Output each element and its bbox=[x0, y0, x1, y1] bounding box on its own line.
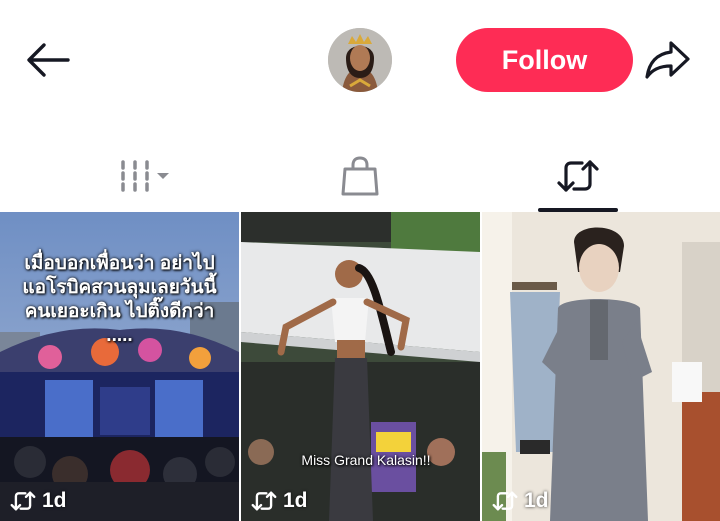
repost-icon bbox=[10, 491, 36, 511]
profile-tabs bbox=[0, 140, 720, 212]
arrow-left-icon bbox=[27, 43, 70, 77]
video-grid: เมื่อบอกเพื่อนว่า อย่าไป แอโรบิคสวนลุมเล… bbox=[0, 212, 720, 521]
video-age: 1d bbox=[42, 489, 67, 512]
chevron-down-icon bbox=[157, 173, 169, 179]
repost-badge: 1d bbox=[10, 489, 67, 513]
avatar-image bbox=[328, 28, 392, 92]
tab-videos[interactable] bbox=[100, 140, 190, 212]
video-caption: Miss Grand Kalasin!! bbox=[301, 452, 431, 468]
video-tile[interactable]: เมื่อบอกเพื่อนว่า อย่าไป แอโรบิคสวนลุมเล… bbox=[0, 212, 239, 521]
video-tile[interactable]: Miss Grand Kalasin!! 1d bbox=[241, 212, 480, 521]
repost-badge: 1d bbox=[492, 489, 549, 513]
video-thumbnail bbox=[482, 212, 720, 521]
video-caption: เมื่อบอกเพื่อนว่า อย่าไป แอโรบิคสวนลุมเล… bbox=[22, 253, 217, 346]
tab-reposts[interactable] bbox=[538, 140, 618, 212]
share-arrow-icon bbox=[645, 41, 690, 79]
repost-badge: 1d bbox=[251, 489, 308, 513]
repost-icon bbox=[557, 160, 599, 192]
shopping-bag-icon bbox=[341, 156, 379, 196]
tab-shop[interactable] bbox=[320, 140, 400, 212]
video-age: 1d bbox=[524, 489, 549, 512]
repost-icon bbox=[251, 491, 277, 511]
follow-button[interactable]: Follow bbox=[456, 28, 633, 92]
video-age: 1d bbox=[283, 489, 308, 512]
share-button[interactable] bbox=[640, 36, 694, 84]
avatar[interactable] bbox=[328, 28, 392, 92]
back-button[interactable] bbox=[22, 38, 74, 82]
video-tile[interactable]: 1d bbox=[482, 212, 720, 521]
profile-header: Follow bbox=[0, 0, 720, 122]
repost-icon bbox=[492, 491, 518, 511]
video-thumbnail bbox=[241, 212, 480, 521]
grid-bars-icon bbox=[121, 160, 169, 192]
